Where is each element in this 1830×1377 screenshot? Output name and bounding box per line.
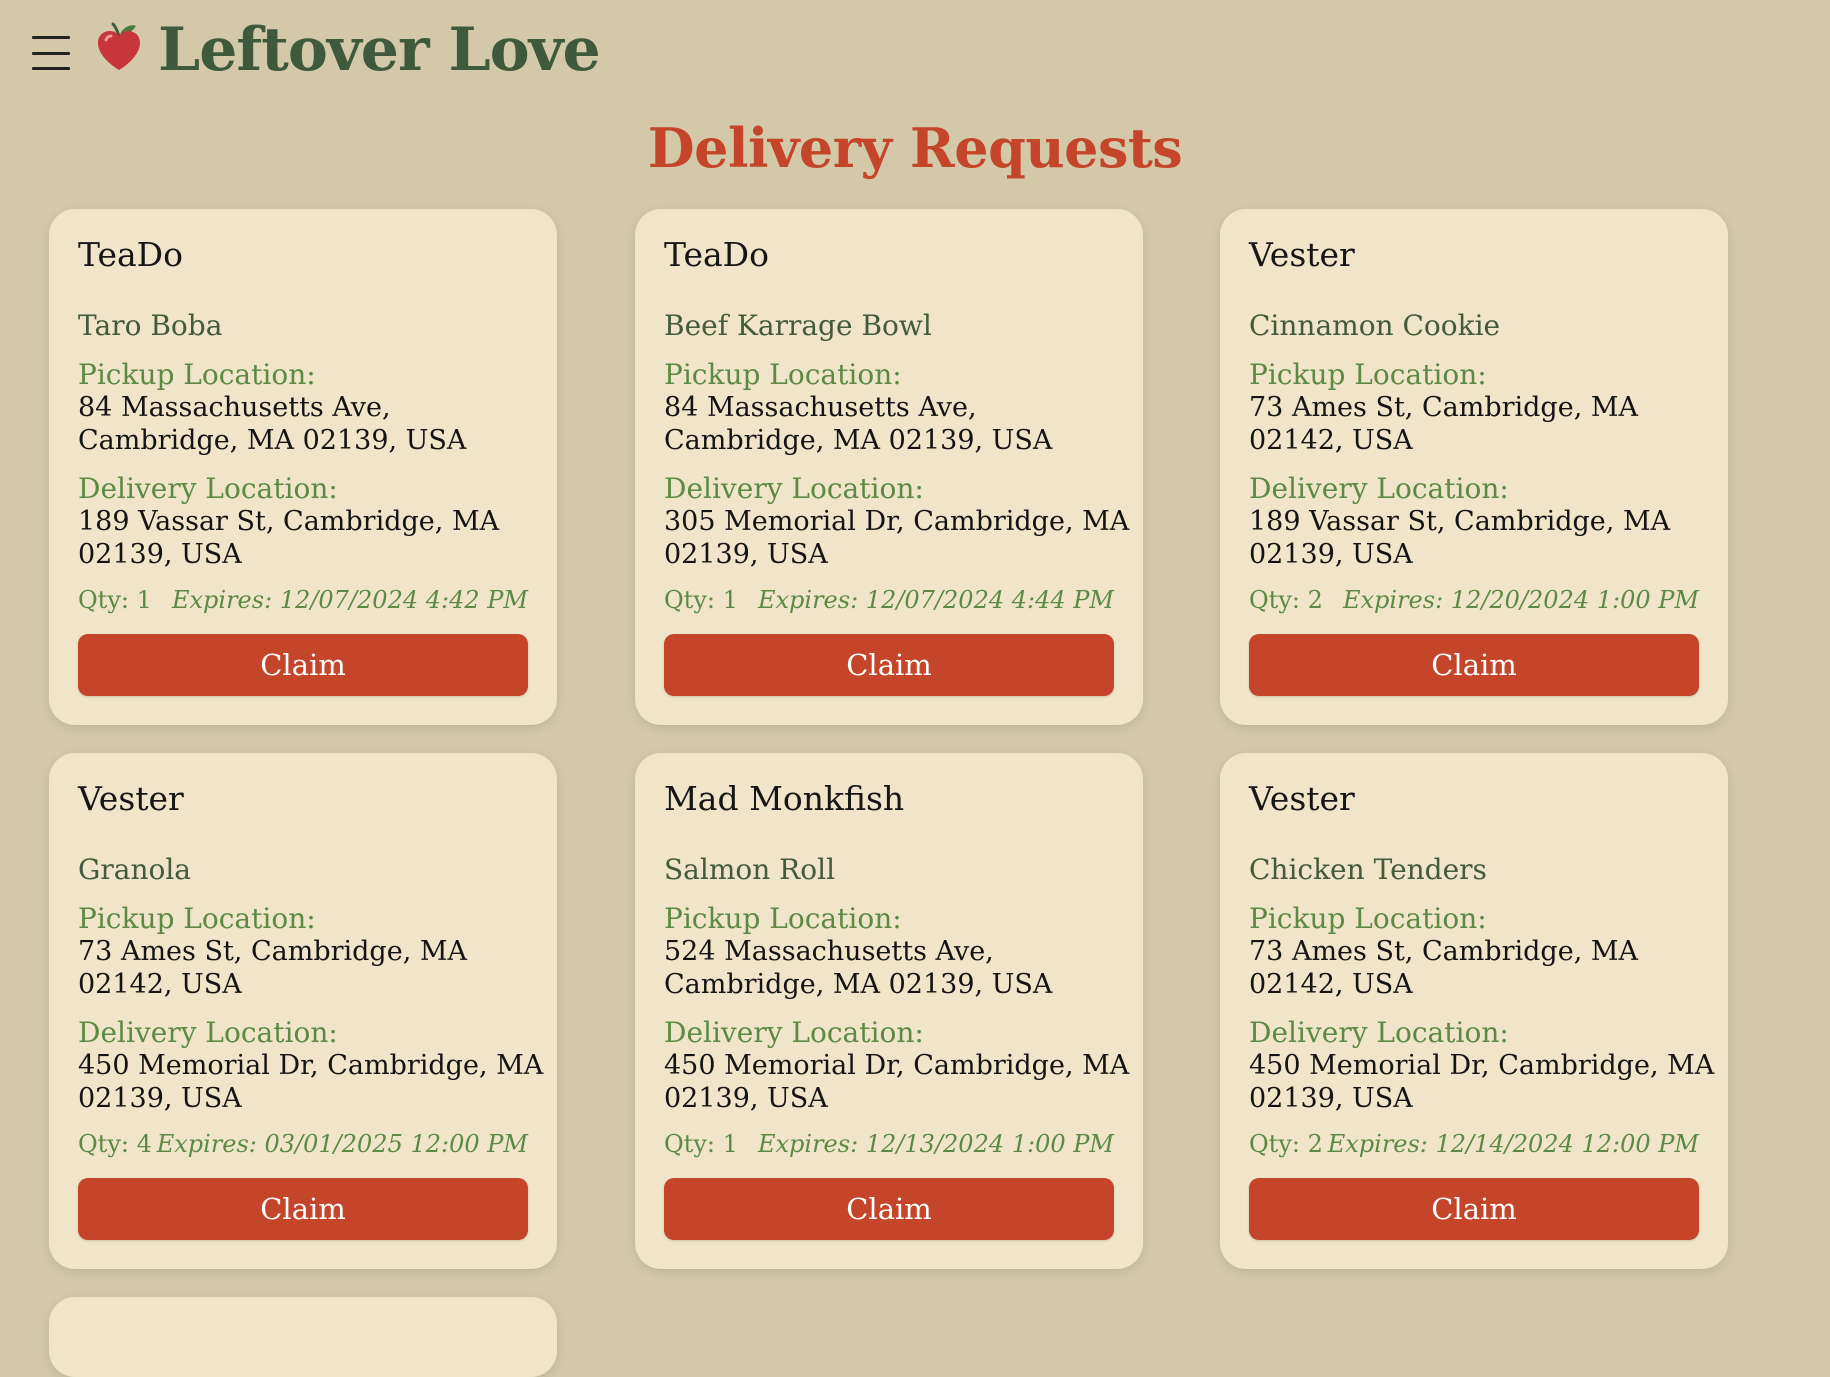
delivery-address: 450 Memorial Dr, Cambridge, MA 02139, US… <box>664 1050 1130 1114</box>
claim-button[interactable]: Claim <box>1249 634 1699 696</box>
item-name: Taro Boba <box>78 309 223 342</box>
quantity: Qty: 1 <box>664 586 738 614</box>
restaurant-name: TeaDo <box>664 235 769 274</box>
request-card: Vester Cinnamon Cookie Pickup Location: … <box>1220 209 1728 725</box>
request-card: TeaDo Beef Karrage Bowl Pickup Location:… <box>635 209 1143 725</box>
request-card: Vester Granola Pickup Location: 73 Ames … <box>49 753 557 1269</box>
quantity: Qty: 1 <box>664 1130 738 1158</box>
quantity: Qty: 2 <box>1249 586 1323 614</box>
claim-button[interactable]: Claim <box>664 1178 1114 1240</box>
request-card: TeaDo Taro Boba Pickup Location: 84 Mass… <box>49 209 557 725</box>
delivery-label: Delivery Location: <box>664 1016 924 1049</box>
delivery-label: Delivery Location: <box>78 1016 338 1049</box>
item-name: Beef Karrage Bowl <box>664 309 932 342</box>
item-name: Granola <box>78 853 191 886</box>
claim-button[interactable]: Claim <box>1249 1178 1699 1240</box>
expiry-time: Expires: 03/01/2025 12:00 PM <box>156 1130 528 1158</box>
pickup-label: Pickup Location: <box>664 902 902 935</box>
quantity: Qty: 2 <box>1249 1130 1323 1158</box>
pickup-label: Pickup Location: <box>1249 358 1487 391</box>
restaurant-name: Vester <box>1249 779 1355 818</box>
request-meta: Qty: 4 Expires: 03/01/2025 12:00 PM <box>78 1129 528 1159</box>
request-meta: Qty: 1 Expires: 12/13/2024 1:00 PM <box>664 1129 1114 1159</box>
pickup-address: 73 Ames St, Cambridge, MA 02142, USA <box>1249 936 1639 1000</box>
restaurant-name: TeaDo <box>78 235 183 274</box>
expiry-time: Expires: 12/07/2024 4:42 PM <box>171 586 528 614</box>
request-meta: Qty: 2 Expires: 12/20/2024 1:00 PM <box>1249 585 1699 615</box>
expiry-time: Expires: 12/14/2024 12:00 PM <box>1327 1130 1699 1158</box>
claim-button[interactable]: Claim <box>78 634 528 696</box>
pickup-address: 73 Ames St, Cambridge, MA 02142, USA <box>1249 392 1639 456</box>
pickup-label: Pickup Location: <box>1249 902 1487 935</box>
pickup-address: 73 Ames St, Cambridge, MA 02142, USA <box>78 936 468 1000</box>
claim-button[interactable]: Claim <box>78 1178 528 1240</box>
app-title[interactable]: Leftover Love <box>158 10 601 90</box>
quantity: Qty: 4 <box>78 1130 152 1158</box>
expiry-time: Expires: 12/13/2024 1:00 PM <box>757 1130 1114 1158</box>
delivery-label: Delivery Location: <box>1249 1016 1509 1049</box>
expiry-time: Expires: 12/07/2024 4:44 PM <box>757 586 1114 614</box>
item-name: Cinnamon Cookie <box>1249 309 1501 342</box>
claim-button[interactable]: Claim <box>664 634 1114 696</box>
delivery-address: 189 Vassar St, Cambridge, MA 02139, USA <box>78 506 500 570</box>
page-title: Delivery Requests <box>647 116 1183 180</box>
request-card-partial <box>49 1297 557 1377</box>
app-header: Leftover Love <box>0 0 1830 100</box>
hamburger-menu-icon[interactable] <box>32 36 70 70</box>
request-card: Mad Monkfish Salmon Roll Pickup Location… <box>635 753 1143 1269</box>
pickup-label: Pickup Location: <box>78 902 316 935</box>
quantity: Qty: 1 <box>78 586 152 614</box>
restaurant-name: Vester <box>78 779 184 818</box>
pickup-address: 524 Massachusetts Ave, Cambridge, MA 021… <box>664 936 1053 1000</box>
delivery-address: 305 Memorial Dr, Cambridge, MA 02139, US… <box>664 506 1130 570</box>
request-card: Vester Chicken Tenders Pickup Location: … <box>1220 753 1728 1269</box>
request-meta: Qty: 1 Expires: 12/07/2024 4:42 PM <box>78 585 528 615</box>
delivery-address: 189 Vassar St, Cambridge, MA 02139, USA <box>1249 506 1671 570</box>
delivery-label: Delivery Location: <box>664 472 924 505</box>
request-meta: Qty: 1 Expires: 12/07/2024 4:44 PM <box>664 585 1114 615</box>
pickup-label: Pickup Location: <box>78 358 316 391</box>
restaurant-name: Vester <box>1249 235 1355 274</box>
item-name: Chicken Tenders <box>1249 853 1487 886</box>
delivery-address: 450 Memorial Dr, Cambridge, MA 02139, US… <box>78 1050 544 1114</box>
delivery-label: Delivery Location: <box>78 472 338 505</box>
expiry-time: Expires: 12/20/2024 1:00 PM <box>1342 586 1699 614</box>
pickup-label: Pickup Location: <box>664 358 902 391</box>
delivery-label: Delivery Location: <box>1249 472 1509 505</box>
apple-heart-icon <box>98 22 140 70</box>
item-name: Salmon Roll <box>664 853 836 886</box>
delivery-address: 450 Memorial Dr, Cambridge, MA 02139, US… <box>1249 1050 1715 1114</box>
pickup-address: 84 Massachusetts Ave, Cambridge, MA 0213… <box>664 392 1053 456</box>
restaurant-name: Mad Monkfish <box>664 779 905 818</box>
pickup-address: 84 Massachusetts Ave, Cambridge, MA 0213… <box>78 392 467 456</box>
request-meta: Qty: 2 Expires: 12/14/2024 12:00 PM <box>1249 1129 1699 1159</box>
